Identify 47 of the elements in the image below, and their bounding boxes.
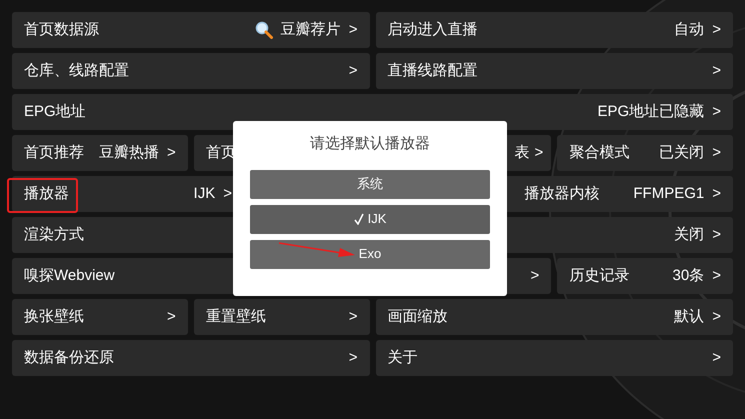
item-value: 已关闭 [659, 142, 704, 163]
item-label: 历史记录 [569, 266, 630, 286]
chevron: > [712, 266, 721, 286]
item-label: 关于 [388, 348, 418, 368]
item-label: 播放器 [24, 184, 69, 204]
chevron: > [223, 184, 232, 204]
item-label: 嗅探Webview [24, 266, 115, 286]
chevron: > [712, 102, 721, 122]
item-value: IJK [194, 184, 216, 204]
item-value: 豆瓣热播 [98, 142, 159, 163]
item-value: 表 [514, 142, 530, 163]
chevron: > [712, 348, 721, 368]
item-label: 换张壁纸 [24, 306, 84, 327]
chevron: > [348, 348, 358, 368]
item-value: 关闭 [674, 224, 704, 245]
item-label: 画面缩放 [388, 306, 448, 327]
item-label: EPG地址 [24, 102, 86, 122]
item-label: 重置壁纸 [206, 306, 266, 327]
chevron: > [712, 20, 721, 40]
item-label: 直播线路配置 [388, 60, 478, 81]
item-label: 仓库、线路配置 [24, 60, 129, 81]
item-value: 自动 [674, 20, 704, 40]
chevron: > [712, 306, 721, 327]
item-value: EPG地址已隐藏 [598, 102, 704, 122]
chevron: > [348, 306, 358, 327]
item-label: 渲染方式 [24, 224, 84, 245]
item-label: 聚合模式 [569, 142, 630, 163]
dialog-title: 请选择默认播放器 [310, 134, 430, 154]
chevron: > [348, 60, 358, 81]
chevron: > [530, 266, 540, 286]
chevron: > [712, 142, 721, 163]
chevron: > [166, 142, 176, 163]
item-label: 启动进入直播 [388, 20, 478, 40]
chevron: > [534, 142, 544, 163]
item-value: 30条 [672, 266, 704, 286]
item-label: 播放器内核 [524, 184, 600, 204]
item-label: 首页推荐 [24, 142, 84, 163]
chevron: > [712, 184, 721, 204]
item-value: 默认 [674, 306, 704, 327]
chevron: > [712, 224, 721, 245]
item-value: 豆瓣荐片 [280, 20, 341, 40]
chevron: > [348, 20, 358, 40]
item-label: 数据备份还原 [24, 348, 114, 368]
item-value: FFMPEG1 [633, 184, 704, 204]
item-label: 首页数据源 [24, 20, 99, 40]
chevron: > [712, 60, 721, 81]
chevron: > [166, 306, 176, 327]
